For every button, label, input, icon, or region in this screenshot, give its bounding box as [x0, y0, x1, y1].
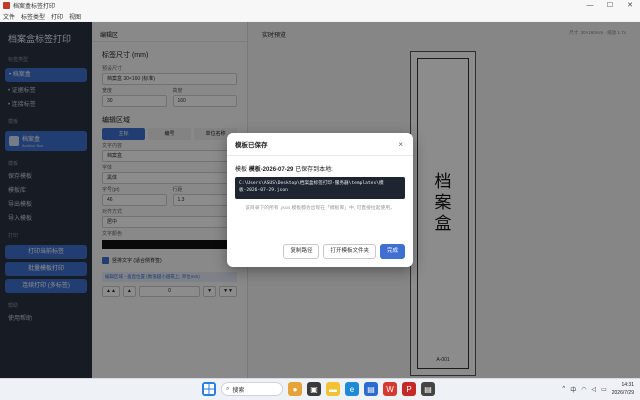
dialog-note: 该目录下的所有 .json 模板都会出现在「模板库」中, 可直接拉起使用。 [245, 206, 395, 211]
wps-office-icon[interactable]: W [383, 382, 397, 396]
window-controls: — ☐ ✕ [580, 0, 640, 11]
clock[interactable]: 14:31 2026/7/29 [612, 381, 634, 397]
copy-path-button[interactable]: 复制路径 [283, 244, 320, 259]
ime-indicator[interactable]: 中 [570, 385, 576, 394]
task-view-icon[interactable]: ▣ [307, 382, 321, 396]
taskbar-search[interactable]: ⌕ 搜索 [221, 382, 283, 396]
done-button[interactable]: 完成 [379, 244, 405, 259]
dialog-actions: 复制路径 打开模板文件夹 完成 [283, 244, 405, 259]
dialog-message: 模板 模板-2026-07-29 已保存到本地: [227, 156, 413, 177]
wps-pdf-icon[interactable]: P [402, 382, 416, 396]
volume-icon[interactable]: ◁ [591, 386, 596, 393]
message-prefix: 模板 [235, 167, 248, 173]
battery-icon[interactable]: ▭ [601, 386, 607, 393]
menu-file[interactable]: 文件 [3, 12, 15, 21]
clock-date: 2026/7/29 [611, 390, 634, 396]
label-app-icon[interactable]: ▤ [421, 382, 435, 396]
open-folder-button[interactable]: 打开模板文件夹 [323, 244, 376, 259]
windows-start-icon[interactable] [202, 382, 216, 396]
menu-bar: 文件 标签类型 打印 视图 [0, 11, 640, 21]
template-name: 模板-2026-07-29 [248, 167, 294, 173]
dialog-title: 模板已保存 [235, 142, 268, 149]
menu-view[interactable]: 视图 [69, 12, 81, 21]
search-placeholder: 搜索 [232, 387, 245, 394]
window-title: 档案盒标签打印 [13, 4, 56, 10]
tray-overflow-icon[interactable]: ^ [562, 386, 565, 392]
close-icon[interactable]: × [398, 140, 403, 149]
taskbar: ⌕ 搜索 ● ▣ ▬ e ▤ W P ▤ ^ 中 ◠ ◁ ▭ 14:31 202… [0, 378, 640, 400]
maximize-button[interactable]: ☐ [600, 0, 620, 11]
template-saved-dialog: 模板已保存 × 模板 模板-2026-07-29 已保存到本地: C:\User… [227, 133, 413, 267]
title-bar: 档案盒标签打印 — ☐ ✕ [0, 0, 640, 11]
file-explorer-icon[interactable]: ▬ [326, 382, 340, 396]
menu-print[interactable]: 打印 [51, 12, 63, 21]
system-tray: ^ 中 ◠ ◁ ▭ 14:31 2026/7/29 [562, 381, 634, 397]
menu-label-type[interactable]: 标签类型 [21, 12, 45, 21]
app-icon [3, 2, 10, 9]
dialog-header: 模板已保存 × [227, 133, 413, 156]
clock-time: 14:31 [621, 382, 634, 388]
widgets-icon[interactable]: ● [288, 382, 302, 396]
taskbar-apps: ⌕ 搜索 ● ▣ ▬ e ▤ W P ▤ [202, 382, 435, 396]
minimize-button[interactable]: — [580, 0, 600, 11]
store-icon[interactable]: ▤ [364, 382, 378, 396]
wifi-icon[interactable]: ◠ [581, 386, 586, 393]
message-suffix: 已保存到本地: [295, 167, 333, 173]
search-icon: ⌕ [226, 385, 230, 392]
close-window-button[interactable]: ✕ [620, 0, 640, 11]
edge-browser-icon[interactable]: e [345, 382, 359, 396]
saved-path: C:\Users\ASUS\Desktop\档案盒标签打印-服务器\templa… [235, 177, 405, 199]
